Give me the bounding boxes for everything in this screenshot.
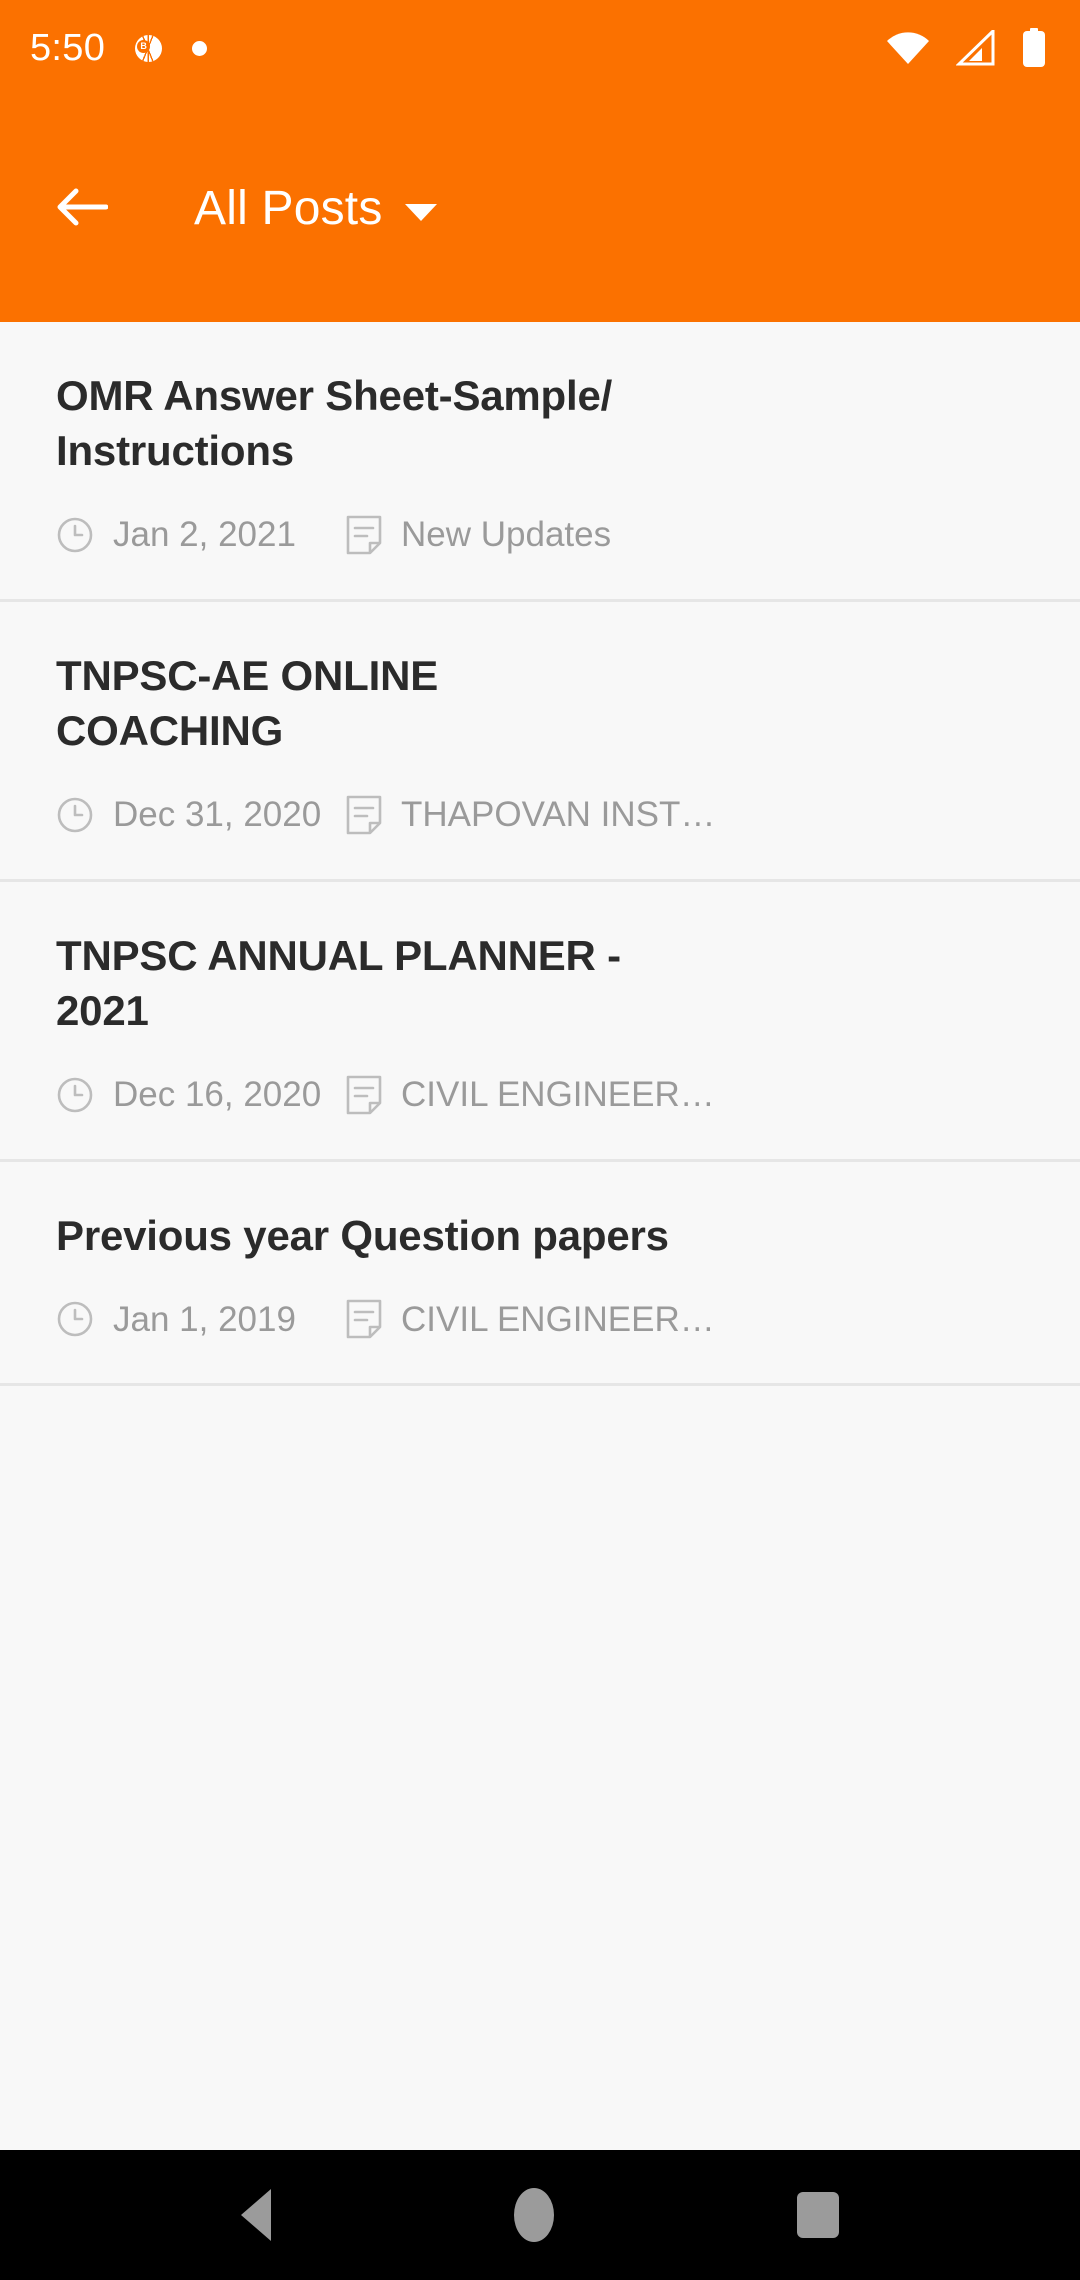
post-title: TNPSC-AE ONLINE COACHING — [56, 651, 439, 755]
basketball-app-icon: B — [135, 34, 163, 62]
post-category-text: THAPOVAN INST… — [401, 795, 716, 835]
post-category-text: CIVIL ENGINEER… — [401, 1075, 715, 1115]
post-date: Jan 1, 2019 — [56, 1300, 346, 1338]
clock-icon — [56, 796, 94, 834]
status-bar: 5:50 B — [0, 0, 1080, 96]
status-bar-right — [886, 28, 1046, 68]
nav-home-icon[interactable] — [513, 2188, 554, 2242]
post-date-text: Dec 31, 2020 — [113, 795, 322, 835]
list-item[interactable]: Previous year Question papers Jan 1, 201… — [0, 1161, 1080, 1387]
note-icon — [346, 795, 382, 835]
caret-down-icon — [404, 203, 437, 221]
post-date-text: Dec 16, 2020 — [113, 1075, 322, 1115]
note-icon — [346, 515, 382, 555]
post-date: Dec 16, 2020 — [56, 1076, 346, 1114]
note-icon — [346, 1075, 382, 1115]
post-category: New Updates — [346, 515, 611, 555]
post-date: Jan 2, 2021 — [56, 516, 346, 554]
post-category: THAPOVAN INST… — [346, 795, 715, 835]
wifi-icon — [886, 31, 930, 65]
clock-icon — [56, 1076, 94, 1114]
post-category: CIVIL ENGINEER… — [346, 1075, 715, 1115]
status-bar-left: 5:50 B — [30, 27, 208, 69]
battery-icon — [1022, 28, 1046, 68]
system-navigation-bar — [0, 2150, 1080, 2280]
list-item[interactable]: TNPSC ANNUAL PLANNER - 2021 Dec 16, 2020 — [0, 881, 1080, 1162]
post-meta: Jan 1, 2019 CIVIL ENGINEER… — [56, 1299, 1024, 1339]
post-category-text: CIVIL ENGINEER… — [401, 1299, 715, 1339]
post-date-text: Jan 1, 2019 — [113, 1299, 296, 1339]
status-bar-clock: 5:50 — [30, 27, 106, 69]
note-icon — [346, 1299, 382, 1339]
post-meta: Dec 16, 2020 CIVIL ENGINEER… — [56, 1075, 1024, 1115]
posts-filter-dropdown[interactable]: All Posts — [194, 185, 437, 233]
nav-recents-icon[interactable] — [796, 2192, 839, 2238]
notification-dot-icon — [192, 40, 208, 56]
post-meta: Dec 31, 2020 THAPOVAN INST… — [56, 795, 1024, 835]
list-item[interactable]: OMR Answer Sheet-Sample/ Instructions Ja… — [0, 322, 1080, 602]
cellular-signal-icon — [956, 30, 996, 66]
post-title: OMR Answer Sheet-Sample/ Instructions — [56, 372, 613, 475]
page-title: All Posts — [194, 182, 383, 235]
post-title: Previous year Question papers — [56, 1211, 669, 1259]
app-badge-letter: B — [137, 39, 151, 53]
app-bar: All Posts — [0, 96, 1080, 322]
post-category: CIVIL ENGINEER… — [346, 1299, 715, 1339]
nav-back-icon[interactable] — [241, 2189, 272, 2241]
post-title: TNPSC ANNUAL PLANNER - 2021 — [56, 931, 621, 1035]
post-date: Dec 31, 2020 — [56, 796, 346, 834]
list-item[interactable]: TNPSC-AE ONLINE COACHING Dec 31, 2020 TH… — [0, 601, 1080, 882]
arrow-left-icon — [56, 187, 109, 232]
back-button[interactable] — [44, 171, 120, 247]
clock-icon — [56, 1300, 94, 1338]
post-meta: Jan 2, 2021 New Updates — [56, 515, 1024, 555]
post-category-text: New Updates — [401, 515, 612, 555]
post-date-text: Jan 2, 2021 — [113, 515, 296, 555]
app-screen: 5:50 B All Posts OMR Answer Sheet-Sample… — [0, 0, 1080, 2280]
post-list[interactable]: OMR Answer Sheet-Sample/ Instructions Ja… — [0, 322, 1080, 2150]
clock-icon — [56, 516, 94, 554]
